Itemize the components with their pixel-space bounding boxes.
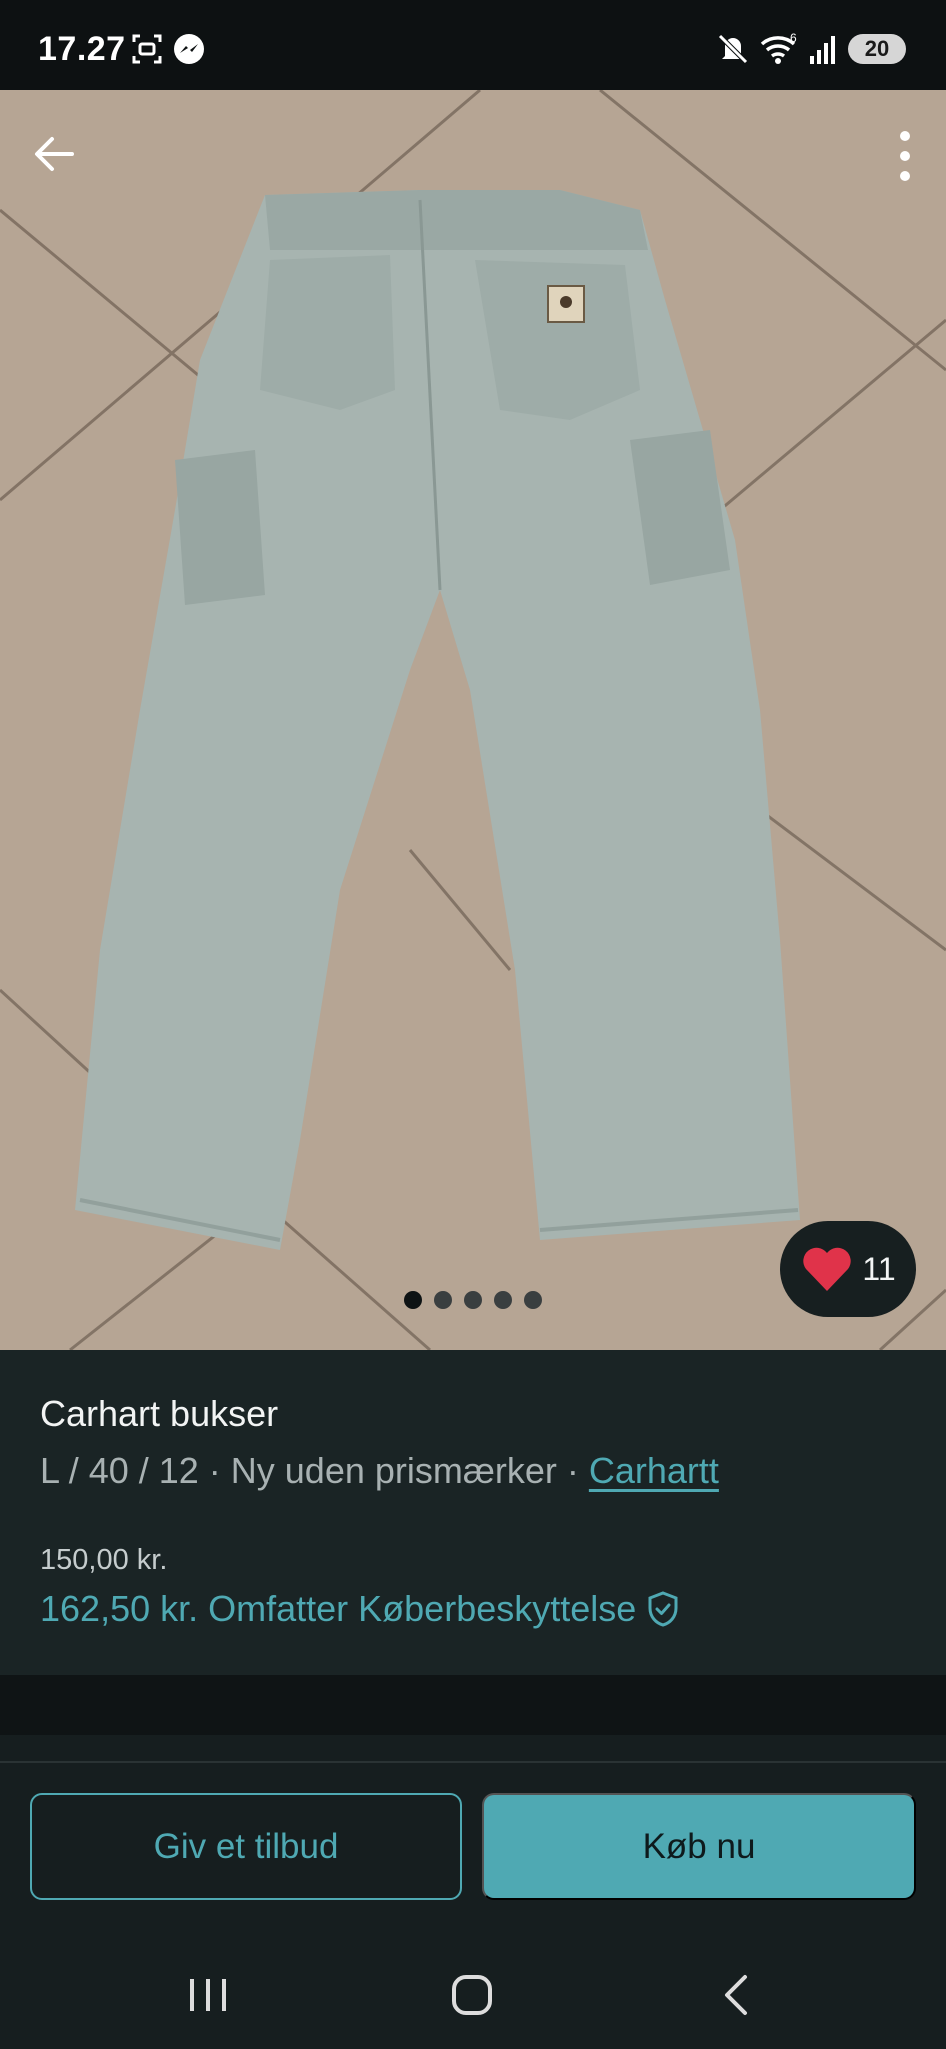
pagination-dot[interactable] [524,1291,542,1309]
status-time: 17.27 [38,30,126,68]
divider [0,1761,946,1763]
buy-now-button[interactable]: Køb nu [482,1793,916,1900]
battery-icon: 20 [848,34,906,64]
total-price: 162,50 kr. [40,1588,199,1629]
listing-details: L / 40 / 12 · Ny uden prismærker · Carha… [40,1450,719,1492]
pagination-dot[interactable] [464,1291,482,1309]
system-back-icon[interactable] [707,1965,767,2025]
section-gap [0,1675,946,1735]
item-price: 150,00 kr. [40,1544,168,1576]
favourite-count: 11 [862,1250,896,1287]
back-arrow-icon[interactable] [28,128,80,180]
listing-title: Carhart bukser [40,1393,279,1434]
buyer-protection-label: Omfatter Køberbeskyttelse [208,1588,637,1629]
make-offer-button[interactable]: Giv et tilbud [30,1793,462,1900]
svg-text:6: 6 [790,32,797,45]
product-photo [0,90,946,1350]
heart-icon [803,1247,852,1291]
buyer-protection-link[interactable]: 162,50 kr. Omfatter Køberbeskyttelse [40,1588,680,1630]
wifi-icon: 6 [760,32,797,64]
pagination-dot[interactable] [404,1291,422,1309]
pagination-dot[interactable] [494,1291,512,1309]
favourite-button[interactable]: 11 [780,1221,916,1317]
messenger-icon [174,34,204,64]
size-condition-text: L / 40 / 12 · Ny uden prismærker · [40,1450,589,1491]
product-photo-carousel[interactable]: 11 [0,90,946,1350]
pagination-dot[interactable] [434,1291,452,1309]
signal-icon [810,36,835,64]
home-icon[interactable] [442,1965,502,2025]
photo-pagination [404,1291,542,1309]
shield-check-icon [648,1591,678,1627]
recent-apps-icon[interactable] [178,1965,238,2025]
more-options-icon[interactable] [894,128,916,184]
brand-link[interactable]: Carhartt [589,1450,719,1491]
screenshot-icon [132,34,162,64]
mute-icon [718,34,748,64]
status-bar: 17.27 6 20 [0,0,946,90]
